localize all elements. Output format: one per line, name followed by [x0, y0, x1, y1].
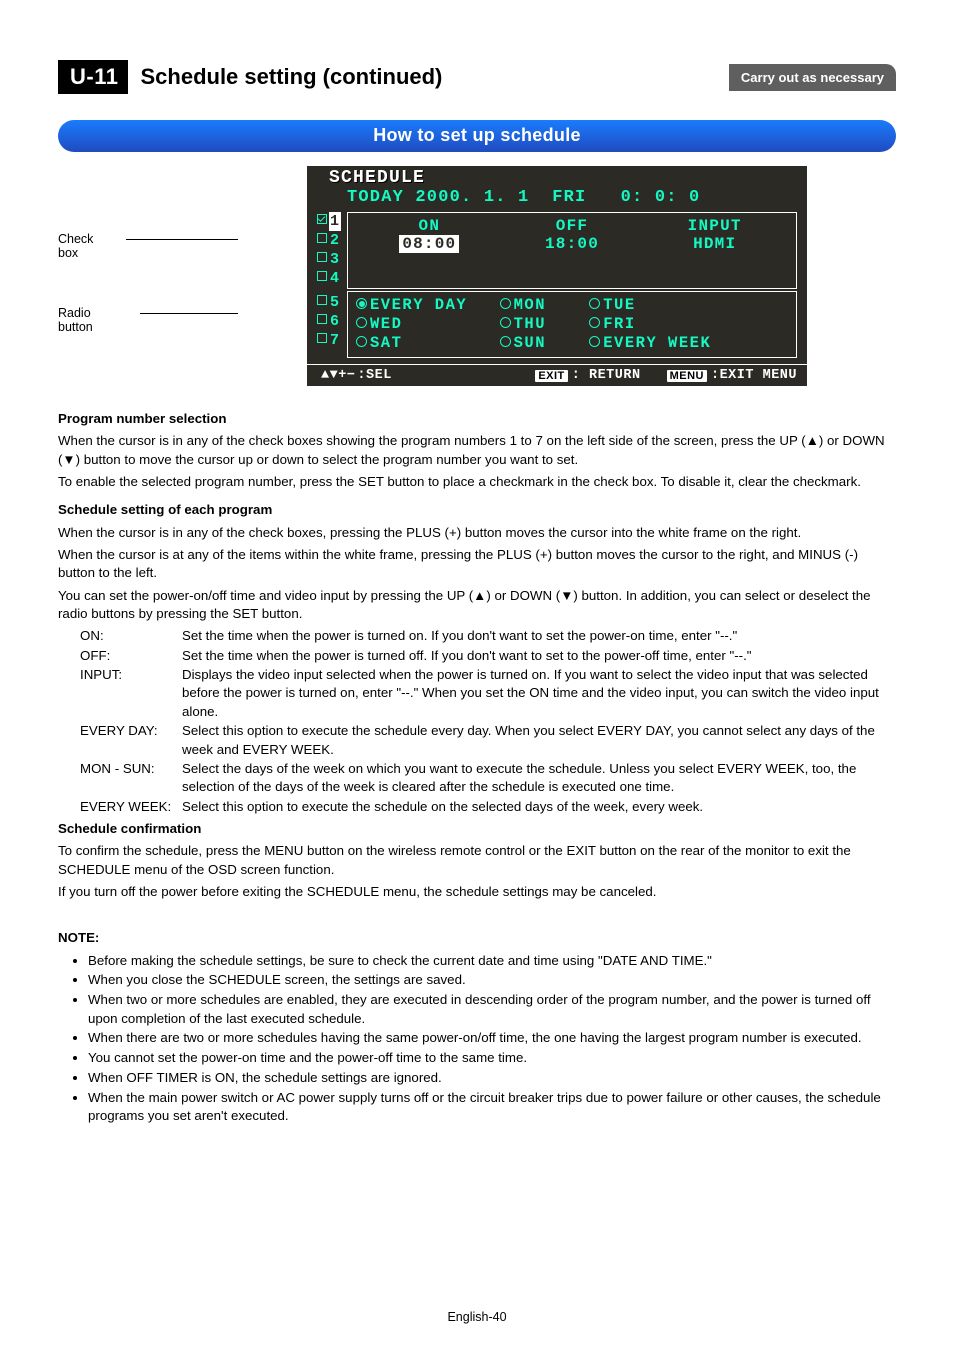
day-wed[interactable]: WED — [370, 315, 402, 333]
val-on[interactable]: 08:00 — [358, 235, 501, 253]
day-mon[interactable]: MON — [514, 296, 546, 314]
note-item: When there are two or more schedules hav… — [88, 1029, 896, 1047]
def-term-on: ON: — [80, 627, 182, 645]
section-code: U-11 — [58, 60, 128, 94]
page-number: English-40 — [0, 1310, 954, 1324]
day-tue[interactable]: TUE — [603, 296, 635, 314]
radio-icon[interactable] — [589, 298, 600, 309]
program-2[interactable]: 2 — [330, 232, 340, 249]
check-icon[interactable] — [317, 314, 327, 324]
def-term-every-day: EVERY DAY: — [80, 722, 182, 759]
program-6[interactable]: 6 — [330, 313, 340, 330]
p-pns-2: To enable the selected program number, p… — [58, 473, 896, 491]
def-term-every-week: EVERY WEEK: — [80, 798, 182, 816]
val-off[interactable]: 18:00 — [501, 235, 644, 253]
def-desc-mon-sun: Select the days of the week on which you… — [182, 760, 896, 797]
osd-title: SCHEDULE — [307, 168, 807, 188]
def-term-mon-sun: MON - SUN: — [80, 760, 182, 797]
radio-icon[interactable] — [500, 336, 511, 347]
radio-icon[interactable] — [356, 298, 367, 309]
osd-today-line: TODAY 2000. 1. 1 FRI 0: 0: 0 — [307, 188, 807, 209]
val-input[interactable]: HDMI — [643, 235, 786, 253]
def-row: EVERY WEEK:Select this option to execute… — [80, 798, 896, 816]
def-term-off: OFF: — [80, 647, 182, 665]
radio-icon[interactable] — [500, 298, 511, 309]
day-sat[interactable]: SAT — [370, 334, 402, 352]
note-item: When the main power switch or AC power s… — [88, 1089, 896, 1126]
necessity-badge: Carry out as necessary — [729, 64, 896, 91]
p-pns-1: When the cursor is in any of the check b… — [58, 432, 896, 469]
osd-days-frame: EVERY DAY MON TUE WED THU FRI SAT SUN EV… — [347, 291, 797, 358]
label-sel: :SEL — [357, 368, 391, 383]
osd-panel: SCHEDULE TODAY 2000. 1. 1 FRI 0: 0: 0 1 … — [307, 166, 807, 386]
definition-list: ON:Set the time when the power is turned… — [80, 627, 896, 815]
p-ss-3: You can set the power-on/off time and vi… — [58, 587, 896, 624]
day-thu[interactable]: THU — [514, 315, 546, 333]
check-icon[interactable] — [317, 271, 327, 281]
note-item: When OFF TIMER is ON, the schedule setti… — [88, 1069, 896, 1087]
col-input: INPUT — [643, 217, 786, 235]
section-header: U-11 Schedule setting (continued) Carry … — [58, 60, 896, 94]
check-icon[interactable] — [317, 333, 327, 343]
blue-heading: How to set up schedule — [58, 120, 896, 152]
note-item: When two or more schedules are enabled, … — [88, 991, 896, 1028]
def-desc-every-week: Select this option to execute the schedu… — [182, 798, 896, 816]
day-every-week[interactable]: EVERY WEEK — [603, 334, 711, 352]
day-fri[interactable]: FRI — [603, 315, 635, 333]
def-row: INPUT:Displays the video input selected … — [80, 666, 896, 721]
day-sun[interactable]: SUN — [514, 334, 546, 352]
menu-key-icon: MENU — [667, 370, 707, 382]
radio-icon[interactable] — [500, 317, 511, 328]
check-icon[interactable] — [317, 295, 327, 305]
section-title: Schedule setting (continued) — [140, 64, 728, 90]
label-return: : RETURN — [572, 368, 641, 383]
osd-values-frame: ON OFF INPUT 08:00 18:00 HDMI — [347, 212, 797, 289]
p-sc-2: If you turn off the power before exiting… — [58, 883, 896, 901]
check-icon[interactable] — [317, 233, 327, 243]
osd-program-numbers-2: 5 6 7 — [307, 290, 347, 364]
program-1[interactable]: 1 — [329, 212, 341, 231]
program-7[interactable]: 7 — [330, 332, 340, 349]
label-exit-menu: :EXIT MENU — [711, 368, 797, 383]
program-4[interactable]: 4 — [330, 270, 340, 287]
col-off: OFF — [501, 217, 644, 235]
radio-icon[interactable] — [356, 317, 367, 328]
def-row: EVERY DAY:Select this option to execute … — [80, 722, 896, 759]
program-3[interactable]: 3 — [330, 251, 340, 268]
program-5[interactable]: 5 — [330, 294, 340, 311]
osd-figure: Check box Radio button SCHEDULE TODAY 20… — [58, 166, 896, 386]
arrow-keys-icon: ▲▼+− — [321, 368, 355, 383]
h-program-number-selection: Program number selection — [58, 410, 896, 428]
p-ss-1: When the cursor is in any of the check b… — [58, 524, 896, 542]
check-icon[interactable] — [317, 214, 327, 224]
note-item: Before making the schedule settings, be … — [88, 952, 896, 970]
def-desc-off: Set the time when the power is turned of… — [182, 647, 896, 665]
check-icon[interactable] — [317, 252, 327, 262]
day-every-day[interactable]: EVERY DAY — [370, 296, 467, 314]
radio-icon[interactable] — [589, 336, 600, 347]
exit-key-icon: EXIT — [535, 370, 567, 382]
callout-radiobutton: Radio button — [58, 306, 93, 334]
def-row: MON - SUN:Select the days of the week on… — [80, 760, 896, 797]
p-sc-1: To confirm the schedule, press the MENU … — [58, 842, 896, 879]
radio-icon[interactable] — [589, 317, 600, 328]
def-row: OFF:Set the time when the power is turne… — [80, 647, 896, 665]
def-term-input: INPUT: — [80, 666, 182, 721]
p-ss-2: When the cursor is at any of the items w… — [58, 546, 896, 583]
def-desc-every-day: Select this option to execute the schedu… — [182, 722, 896, 759]
callout-checkbox: Check box — [58, 232, 93, 260]
radio-icon[interactable] — [356, 336, 367, 347]
note-label: NOTE: — [58, 929, 896, 947]
note-item: When you close the SCHEDULE screen, the … — [88, 971, 896, 989]
osd-footer: ▲▼+−:SEL EXIT : RETURN MENU :EXIT MENU — [307, 364, 807, 386]
h-schedule-setting: Schedule setting of each program — [58, 501, 896, 519]
def-desc-on: Set the time when the power is turned on… — [182, 627, 896, 645]
note-item: You cannot set the power-on time and the… — [88, 1049, 896, 1067]
osd-program-numbers: 1 2 3 4 — [307, 209, 347, 290]
notes-list: Before making the schedule settings, be … — [58, 952, 896, 1126]
def-desc-input: Displays the video input selected when t… — [182, 666, 896, 721]
def-row: ON:Set the time when the power is turned… — [80, 627, 896, 645]
h-schedule-confirmation: Schedule confirmation — [58, 820, 896, 838]
col-on: ON — [358, 217, 501, 235]
